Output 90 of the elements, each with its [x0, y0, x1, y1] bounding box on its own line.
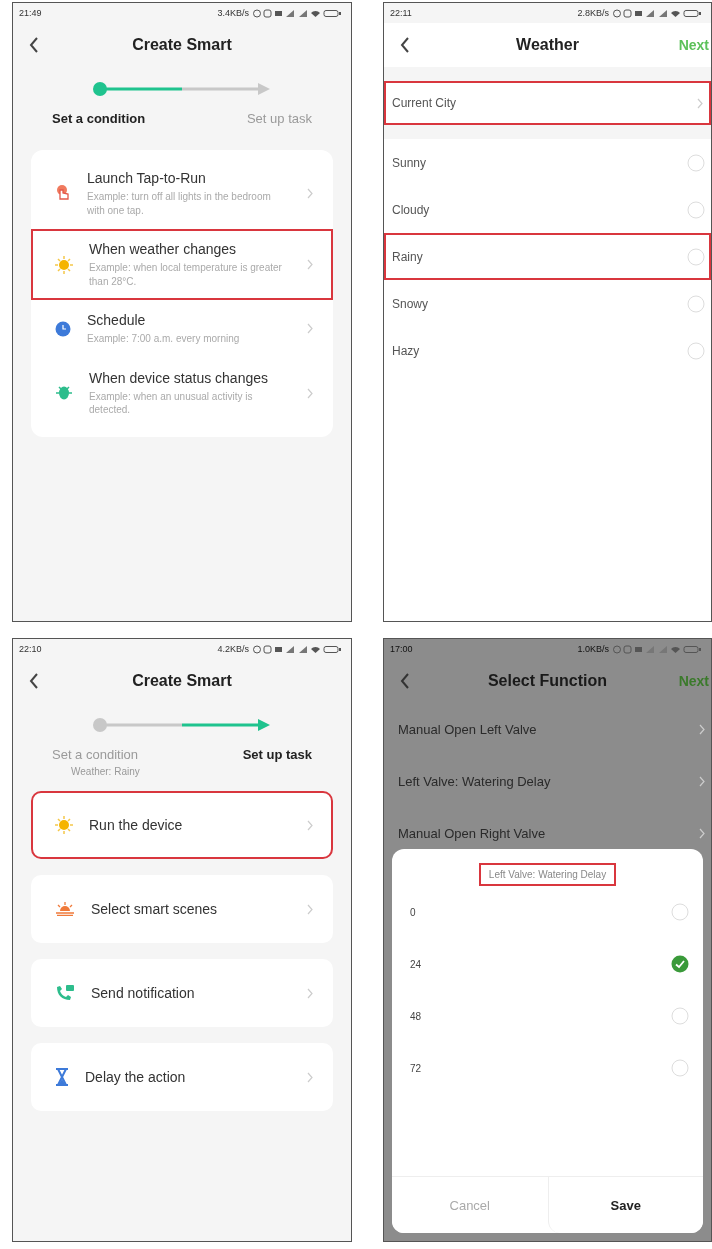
network-speed: 2.8KB/s — [577, 8, 609, 18]
screen-title: Create Smart — [131, 672, 233, 690]
option-label: Rainy — [392, 249, 423, 264]
option-row[interactable]: Select smart scenes — [31, 875, 333, 943]
delay-value: 48 — [410, 1010, 422, 1022]
weather-option[interactable]: Snowy — [384, 280, 711, 327]
radio-button[interactable] — [671, 903, 689, 921]
delay-value: 72 — [410, 1062, 422, 1074]
back-icon[interactable] — [29, 37, 39, 53]
option-example: Example: when local temperature is greater than 28°C. — [89, 261, 283, 288]
radio-button[interactable] — [687, 200, 705, 219]
chevron-icon — [699, 775, 705, 787]
clock-icon — [55, 320, 71, 337]
network-speed: 3.4KB/s — [217, 8, 249, 18]
back-icon[interactable] — [400, 673, 410, 689]
chevron-icon — [697, 97, 703, 109]
sun-icon — [55, 255, 73, 274]
step-label: Set a condition — [52, 111, 146, 126]
option-label: Cloudy — [392, 202, 430, 217]
option-row[interactable]: When weather changes Example: when local temperature is greater than 28°C. — [31, 229, 333, 300]
device-icon — [55, 384, 73, 402]
chevron-icon — [699, 723, 705, 735]
screen-title: Weather — [515, 36, 580, 54]
status-time: 21:49 — [19, 8, 42, 18]
save-button[interactable]: Save — [547, 1177, 703, 1233]
radio-button[interactable] — [671, 955, 689, 973]
option-row[interactable]: Schedule Example: 7:00 a.m. every morning — [31, 300, 333, 358]
chevron-icon — [699, 827, 705, 839]
chevron-icon — [307, 819, 313, 831]
status-time: 22:11 — [390, 8, 412, 18]
option-row[interactable]: Run the device — [31, 791, 333, 859]
chevron-icon — [307, 387, 313, 399]
condition-summary: Weather: Rainy — [71, 766, 140, 777]
option-example: Example: when an unusual activity is detected. — [89, 389, 254, 417]
option-title: Select smart scenes — [91, 901, 219, 917]
option-row[interactable]: When device status changes Example: when an unusual activity is detected. — [31, 357, 333, 429]
chevron-icon — [307, 259, 313, 270]
option-title: Send notification — [91, 985, 196, 1001]
chevron-icon — [307, 1071, 313, 1083]
network-speed: 1.0KB/s — [577, 644, 609, 654]
option-row[interactable]: Launch Tap-to-Run Example: turn off all lights in the bedroom with one tap. — [31, 158, 333, 229]
weather-option[interactable]: Cloudy — [384, 186, 711, 233]
radio-button[interactable] — [671, 1059, 689, 1077]
step-label: Set a condition — [52, 747, 138, 762]
chevron-icon — [307, 323, 313, 335]
city-row[interactable]: Current City — [384, 81, 711, 125]
option-example: Example: 7:00 a.m. every morning — [87, 332, 241, 346]
function-label[interactable]: Manual Open Right Valve — [398, 825, 546, 841]
screen-title: Create Smart — [131, 36, 233, 54]
radio-button[interactable] — [671, 1007, 689, 1025]
back-icon[interactable] — [29, 673, 39, 689]
function-label[interactable]: Left Valve: Watering Delay — [398, 773, 551, 789]
step-label: Set up task — [246, 111, 312, 126]
chevron-icon — [307, 987, 313, 999]
option-title: Delay the action — [85, 1069, 187, 1085]
sunrise-icon — [55, 902, 75, 916]
back-icon[interactable] — [400, 37, 410, 53]
weather-option[interactable]: Rainy — [384, 233, 711, 280]
status-time: 22:10 — [19, 644, 42, 654]
option-row[interactable]: Delay the action — [31, 1043, 333, 1111]
option-label: Hazy — [392, 343, 420, 358]
chevron-icon — [307, 903, 313, 915]
option-row[interactable]: Send notification — [31, 959, 333, 1027]
option-title: Run the device — [89, 817, 184, 833]
radio-button[interactable] — [687, 247, 705, 266]
chevron-icon — [307, 188, 313, 199]
function-label[interactable]: Manual Open Left Valve — [398, 721, 537, 737]
phone-icon — [55, 984, 75, 1002]
radio-button[interactable] — [687, 153, 705, 172]
radio-button[interactable] — [687, 294, 705, 313]
step-label: Set up task — [242, 747, 312, 762]
option-label: Snowy — [392, 296, 429, 311]
delay-value: 0 — [410, 906, 416, 918]
delay-value: 24 — [410, 958, 422, 970]
status-time: 17:00 — [390, 644, 413, 654]
weather-option[interactable]: Hazy — [384, 327, 711, 374]
network-speed: 4.2KB/s — [217, 644, 249, 654]
option-title: Launch Tap-to-Run — [87, 170, 207, 186]
weather-option[interactable]: Sunny — [384, 139, 711, 186]
option-title: When device status changes — [89, 369, 269, 386]
option-title: Schedule — [87, 312, 147, 328]
screen-title: Select Function — [486, 672, 609, 690]
sun-icon — [55, 816, 73, 834]
radio-button[interactable] — [687, 341, 705, 360]
hourglass-icon — [55, 1068, 69, 1086]
city-label: Current City — [392, 96, 456, 110]
option-label: Sunny — [392, 155, 427, 170]
sheet-title: Left Valve: Watering Delay — [478, 863, 617, 886]
option-title: When weather changes — [89, 241, 238, 257]
option-example: Example: turn off all lights in the bedroom with one tap. — [87, 190, 272, 217]
